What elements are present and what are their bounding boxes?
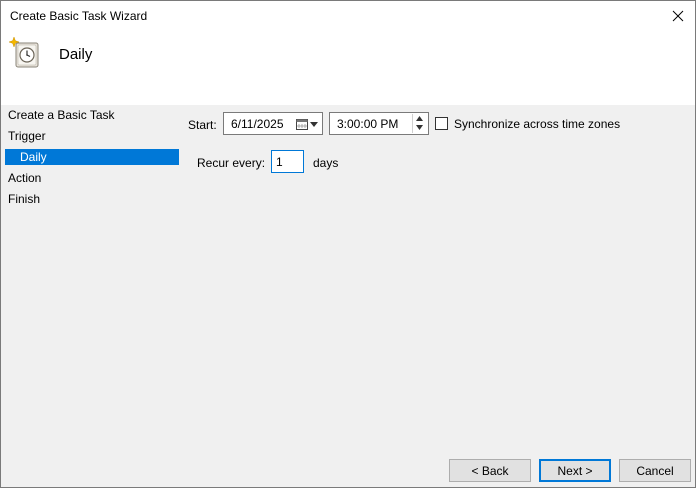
window-title: Create Basic Task Wizard [10, 9, 148, 23]
nav-item-label: Finish [8, 192, 41, 206]
cancel-button[interactable]: Cancel [619, 459, 691, 482]
start-time-value: 3:00:00 PM [337, 117, 399, 131]
close-icon [672, 10, 684, 22]
title-bar: Create Basic Task Wizard [1, 1, 695, 31]
back-button-label: < Back [471, 463, 509, 478]
wizard-window: Create Basic Task Wizard Daily Create a … [0, 0, 696, 488]
calendar-icon[interactable] [296, 118, 308, 130]
nav-item-trigger[interactable]: Trigger [8, 128, 46, 144]
next-button[interactable]: Next > [539, 459, 611, 482]
sync-time-zones-checkbox[interactable] [435, 117, 448, 130]
close-button[interactable] [661, 1, 695, 31]
back-button[interactable]: < Back [449, 459, 531, 482]
recur-unit-label: days [313, 156, 339, 170]
nav-item-create-basic-task[interactable]: Create a Basic Task [8, 107, 115, 123]
nav-item-daily[interactable]: Daily [5, 149, 179, 165]
recur-every-label: Recur every: [197, 156, 266, 170]
start-label: Start: [188, 118, 217, 132]
cancel-button-label: Cancel [636, 463, 674, 478]
recur-days-input[interactable]: 1 [271, 150, 304, 173]
start-date-value: 6/11/2025 [231, 117, 284, 131]
task-scheduler-clock-icon [8, 36, 39, 68]
sync-time-zones-label[interactable]: Synchronize across time zones [454, 117, 620, 131]
spin-up-icon[interactable] [416, 116, 423, 121]
nav-item-label: Action [8, 171, 42, 185]
nav-item-label: Create a Basic Task [8, 108, 115, 122]
start-date-picker[interactable]: 6/11/2025 [223, 112, 323, 135]
nav-item-label: Trigger [8, 129, 46, 143]
nav-item-action[interactable]: Action [8, 170, 41, 186]
nav-item-label: Daily [20, 150, 47, 164]
time-spinner[interactable] [412, 114, 427, 133]
start-time-picker[interactable]: 3:00:00 PM [329, 112, 429, 135]
page-title: Daily [59, 46, 93, 63]
wizard-header: Daily [1, 31, 695, 105]
spin-down-icon[interactable] [416, 125, 423, 130]
chevron-down-icon[interactable] [310, 122, 318, 127]
recur-days-value: 1 [276, 155, 283, 169]
next-button-label: Next > [557, 463, 593, 478]
nav-item-finish[interactable]: Finish [8, 191, 40, 207]
